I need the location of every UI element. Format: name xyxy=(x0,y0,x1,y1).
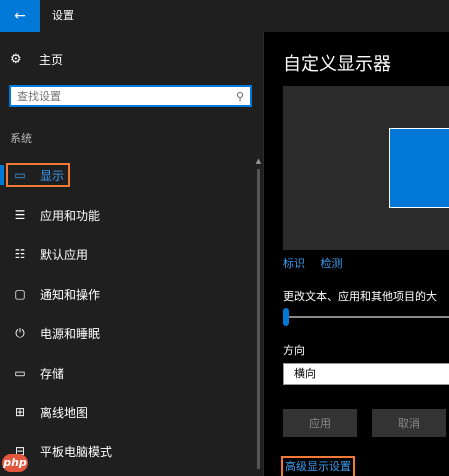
list-icon: ☰ xyxy=(14,208,26,222)
sidebar-item-label: 显示 xyxy=(40,168,65,183)
sidebar-item-power-sleep[interactable]: ⏻ 电源和睡眠 xyxy=(0,320,263,346)
php-watermark-logo: php xyxy=(2,454,28,472)
sidebar-item-label: 电源和睡眠 xyxy=(40,326,101,341)
scale-label: 更改文本、应用和其他项目的大 xyxy=(283,290,437,303)
sidebar-item-display[interactable]: ▭ 显示 xyxy=(0,162,263,188)
sidebar-item-offline-maps[interactable]: ⊞ 离线地图 xyxy=(0,399,263,425)
arrow-left-icon: ← xyxy=(14,8,26,24)
orientation-select[interactable]: 横向 xyxy=(283,363,449,385)
default-apps-icon: ☷ xyxy=(14,247,26,261)
apply-button[interactable]: 应用 xyxy=(283,409,357,437)
monitor-icon: ▭ xyxy=(14,168,26,182)
sidebar-scrollbar[interactable]: ▲ xyxy=(254,157,263,476)
sidebar-item-tablet-mode[interactable]: ⊟ 平板电脑模式 xyxy=(0,438,263,464)
sidebar-item-storage[interactable]: ▭ 存储 xyxy=(0,360,263,386)
sidebar-item-label: 存储 xyxy=(40,366,65,381)
gear-icon: ⚙ xyxy=(10,51,22,67)
search-input[interactable] xyxy=(17,89,236,103)
active-indicator xyxy=(0,165,4,185)
back-button[interactable]: ← xyxy=(0,0,40,32)
identify-link[interactable]: 标识 xyxy=(283,257,305,270)
page-title: 自定义显示器 xyxy=(283,54,391,75)
sidebar-item-apps-features[interactable]: ☰ 应用和功能 xyxy=(0,202,263,228)
sidebar: ⚙ 主页 ⚲ 系统 ▭ 显示 ☰ 应用和功能 ☷ 默认应用 ▢ 通知和操作 ⏻ … xyxy=(0,32,263,476)
advanced-display-settings-link[interactable]: 高级显示设置 xyxy=(281,456,355,476)
search-box[interactable]: ⚲ xyxy=(9,85,252,107)
orientation-label: 方向 xyxy=(283,344,305,357)
storage-icon: ▭ xyxy=(14,366,26,380)
section-label-system: 系统 xyxy=(10,132,32,145)
main-content: 自定义显示器 1 标识 检测 更改文本、应用和其他项目的大 方向 横向 应用 取… xyxy=(264,32,449,476)
sidebar-home[interactable]: ⚙ 主页 xyxy=(10,50,63,68)
cancel-button[interactable]: 取消 xyxy=(372,409,446,437)
notification-icon: ▢ xyxy=(14,287,26,301)
detect-link[interactable]: 检测 xyxy=(321,257,343,270)
sidebar-home-label: 主页 xyxy=(39,52,64,67)
sidebar-item-label: 平板电脑模式 xyxy=(40,444,113,459)
window-title: 设置 xyxy=(52,9,74,22)
scroll-up-icon[interactable]: ▲ xyxy=(254,157,263,166)
title-bar: ← 设置 xyxy=(0,0,449,32)
sidebar-item-label: 通知和操作 xyxy=(40,287,101,302)
search-icon[interactable]: ⚲ xyxy=(236,90,244,103)
monitor-tile[interactable]: 1 xyxy=(389,128,449,208)
sidebar-item-default-apps[interactable]: ☷ 默认应用 xyxy=(0,241,263,267)
scroll-thumb[interactable] xyxy=(257,169,260,469)
scale-slider-thumb[interactable] xyxy=(283,308,289,326)
sidebar-item-label: 离线地图 xyxy=(40,405,89,420)
map-icon: ⊞ xyxy=(14,405,26,419)
sidebar-item-notifications[interactable]: ▢ 通知和操作 xyxy=(0,281,263,307)
sidebar-item-label: 应用和功能 xyxy=(40,208,101,223)
sidebar-item-label: 默认应用 xyxy=(40,247,89,262)
scale-slider-track[interactable] xyxy=(286,316,449,318)
display-links: 标识 检测 xyxy=(283,255,355,271)
display-arrangement-area: 1 xyxy=(283,86,449,250)
power-icon: ⏻ xyxy=(15,325,25,340)
